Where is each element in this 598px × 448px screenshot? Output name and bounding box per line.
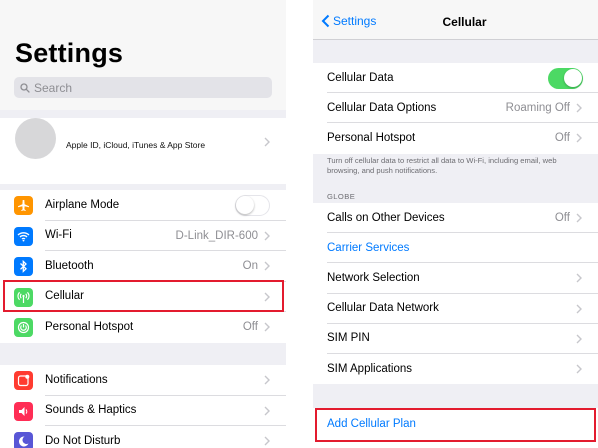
chevron-right-icon	[264, 375, 270, 385]
chevron-right-icon	[576, 103, 582, 113]
settings-item-label: Airplane Mode	[45, 198, 120, 211]
settings-item-label: Sounds & Haptics	[45, 404, 137, 417]
notifications-group: Notifications Sounds & Haptics Do Not Di…	[0, 365, 286, 448]
settings-item-bluetooth[interactable]: Bluetooth On	[0, 251, 286, 282]
network-selection-row[interactable]: Network Selection	[313, 263, 598, 294]
search-input[interactable]: Search	[14, 77, 272, 98]
add-plan-highlight-box	[315, 408, 596, 442]
search-placeholder: Search	[34, 80, 73, 95]
chevron-right-icon	[264, 406, 270, 416]
settings-item-wifi[interactable]: Wi-Fi D-Link_DIR-600	[0, 221, 286, 251]
navigation-bar: Settings Cellular	[313, 0, 598, 40]
chevron-right-icon	[264, 231, 270, 241]
connectivity-group: Airplane Mode Wi-Fi D-Link_DIR-600 Bluet…	[0, 190, 286, 343]
chevron-right-icon	[576, 133, 582, 143]
cellular-highlight-box	[3, 280, 284, 312]
hotspot-icon	[14, 318, 33, 337]
row-label: SIM PIN	[327, 332, 370, 345]
cellular-data-group: Cellular Data Cellular Data Options Roam…	[313, 63, 598, 154]
sim-applications-row[interactable]: SIM Applications	[313, 354, 598, 384]
cellular-data-options-row[interactable]: Cellular Data Options Roaming Off	[313, 93, 598, 124]
cellular-panel: Settings Cellular Cellular Data Cellular…	[313, 0, 598, 448]
hotspot-status-value: Off	[242, 321, 258, 334]
avatar	[15, 118, 56, 159]
row-label: Cellular Data Options	[327, 101, 437, 114]
carrier-group: Calls on Other Devices Off Carrier Servi…	[313, 203, 598, 385]
chevron-right-icon	[576, 273, 582, 283]
row-label: Cellular Data	[327, 71, 394, 84]
search-icon	[20, 82, 30, 93]
settings-item-personal-hotspot[interactable]: Personal Hotspot Off	[0, 312, 286, 343]
settings-item-notifications[interactable]: Notifications	[0, 365, 286, 396]
settings-item-label: Bluetooth	[45, 259, 94, 272]
apple-id-row[interactable]: Apple ID, iCloud, iTunes & App Store	[0, 118, 286, 184]
settings-item-label: Do Not Disturb	[45, 435, 121, 448]
airplane-icon	[14, 196, 33, 215]
chevron-right-icon	[264, 322, 270, 332]
carrier-services-row[interactable]: Carrier Services	[313, 233, 598, 264]
chevron-right-icon	[576, 334, 582, 344]
chevron-right-icon	[264, 137, 270, 147]
chevron-right-icon	[576, 304, 582, 314]
settings-item-label: Wi-Fi	[45, 229, 72, 242]
chevron-right-icon	[264, 436, 270, 446]
row-label: Personal Hotspot	[327, 132, 416, 145]
cellular-data-network-row[interactable]: Cellular Data Network	[313, 294, 598, 324]
settings-item-do-not-disturb[interactable]: Do Not Disturb	[0, 426, 286, 448]
carrier-section-header: GLOBE	[327, 192, 356, 201]
personal-hotspot-row[interactable]: Personal Hotspot Off	[313, 123, 598, 153]
settings-header: Settings Search	[0, 0, 286, 110]
row-label: SIM Applications	[327, 363, 413, 376]
settings-item-airplane-mode[interactable]: Airplane Mode	[0, 190, 286, 221]
settings-panel: Settings Search Apple ID, iCloud, iTunes…	[0, 0, 286, 448]
moon-icon	[14, 432, 33, 448]
bluetooth-status-value: On	[242, 260, 258, 273]
calls-on-other-devices-row[interactable]: Calls on Other Devices Off	[313, 203, 598, 234]
carrier-services-link[interactable]: Carrier Services	[327, 242, 409, 254]
sim-pin-row[interactable]: SIM PIN	[313, 324, 598, 354]
wifi-icon	[14, 226, 33, 246]
bluetooth-icon	[14, 257, 33, 276]
apple-id-label: Apple ID, iCloud, iTunes & App Store	[66, 140, 206, 150]
chevron-right-icon	[576, 213, 582, 223]
row-label: Network Selection	[327, 271, 420, 284]
settings-item-label: Notifications	[45, 373, 108, 386]
chevron-right-icon	[576, 364, 582, 374]
cellular-data-footnote: Turn off cellular data to restrict all d…	[327, 156, 557, 175]
roaming-value: Roaming Off	[505, 102, 570, 115]
cellular-data-row[interactable]: Cellular Data	[313, 63, 598, 94]
calls-other-devices-value: Off	[554, 212, 570, 225]
page-title: Cellular	[442, 15, 487, 29]
wifi-network-value: D-Link_DIR-600	[175, 229, 258, 242]
panel-divider	[286, 0, 313, 448]
settings-item-label: Personal Hotspot	[45, 321, 134, 334]
cellular-data-toggle[interactable]	[548, 67, 583, 89]
row-label: Cellular Data Network	[327, 302, 439, 315]
page-title: Settings	[15, 38, 124, 68]
airplane-mode-toggle[interactable]	[235, 194, 270, 216]
notifications-icon	[14, 371, 33, 390]
chevron-right-icon	[264, 261, 270, 271]
row-label: Calls on Other Devices	[327, 211, 445, 224]
speaker-icon	[14, 401, 33, 421]
hotspot-value: Off	[554, 132, 570, 145]
settings-item-sounds-haptics[interactable]: Sounds & Haptics	[0, 396, 286, 426]
